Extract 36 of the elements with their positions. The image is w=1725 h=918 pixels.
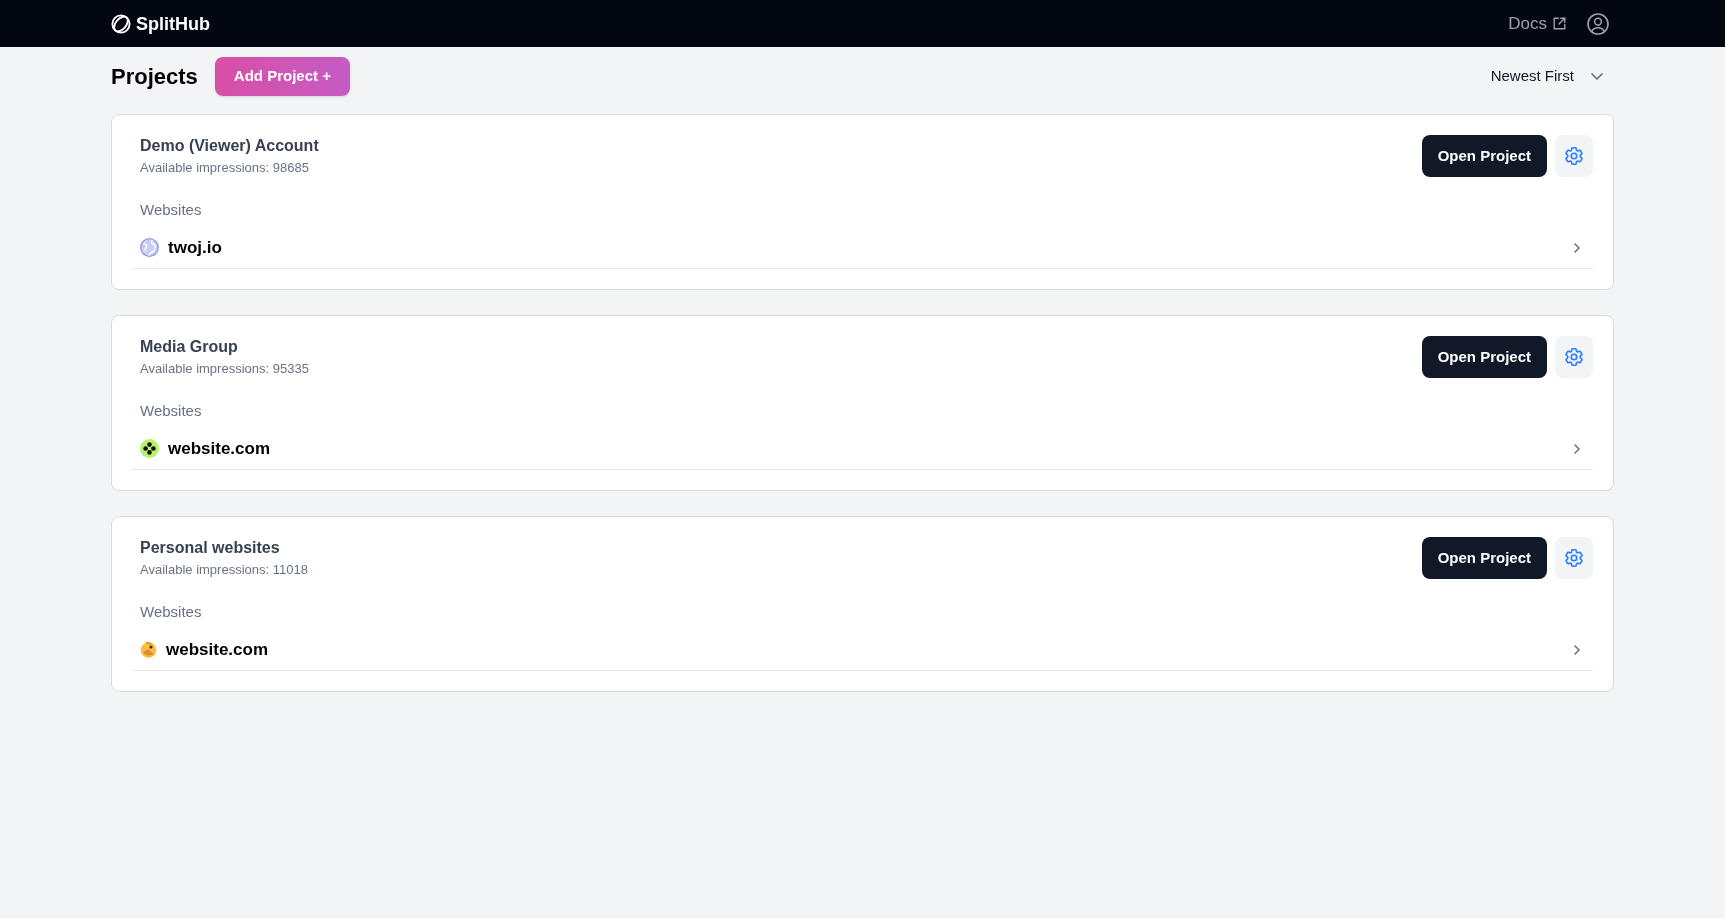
website-link[interactable]: website.com	[132, 629, 1593, 671]
settings-button[interactable]	[1555, 336, 1593, 378]
user-avatar-icon[interactable]	[1587, 12, 1609, 35]
project-name: Personal websites	[140, 538, 281, 558]
settings-button[interactable]	[1555, 537, 1593, 579]
clover-icon	[140, 439, 159, 458]
chevron-right-icon	[1574, 443, 1580, 454]
section-label: Websites	[139, 201, 203, 219]
section-label: Websites	[139, 603, 203, 621]
project-name: Media Group	[140, 337, 239, 357]
globe-icon	[140, 238, 159, 257]
section-label: Websites	[139, 402, 203, 420]
sort-dropdown[interactable]: Newest First	[1490, 57, 1614, 96]
settings-button[interactable]	[1555, 135, 1593, 177]
page-title: Projects	[111, 62, 198, 91]
external-link-icon	[1553, 17, 1566, 30]
settings-icon	[1565, 147, 1583, 165]
impressions-count: Available impressions: 98685	[140, 159, 310, 177]
docs-link[interactable]: Docs	[1508, 15, 1566, 32]
open-project-button[interactable]: Open Project	[1421, 537, 1547, 579]
settings-icon	[1565, 549, 1583, 567]
chevron-right-icon	[1574, 644, 1580, 655]
website-link[interactable]: website.com	[132, 428, 1593, 470]
open-project-button[interactable]: Open Project	[1421, 135, 1547, 177]
chevron-down-icon	[1591, 73, 1603, 80]
impressions-count: Available impressions: 95335	[140, 360, 309, 378]
website-link[interactable]: twoj.io	[132, 227, 1593, 269]
chevron-right-icon	[1574, 242, 1580, 253]
project-name: Demo (Viewer) Account	[140, 136, 319, 156]
logo-link[interactable]: SplitHub	[111, 13, 210, 34]
emoji-icon	[140, 641, 157, 658]
settings-icon	[1565, 348, 1583, 366]
open-project-button[interactable]: Open Project	[1421, 336, 1547, 378]
add-project-button[interactable]: Add Project +	[214, 57, 350, 96]
logo-icon	[111, 13, 131, 34]
impressions-count: Available impressions: 11018	[140, 561, 308, 579]
